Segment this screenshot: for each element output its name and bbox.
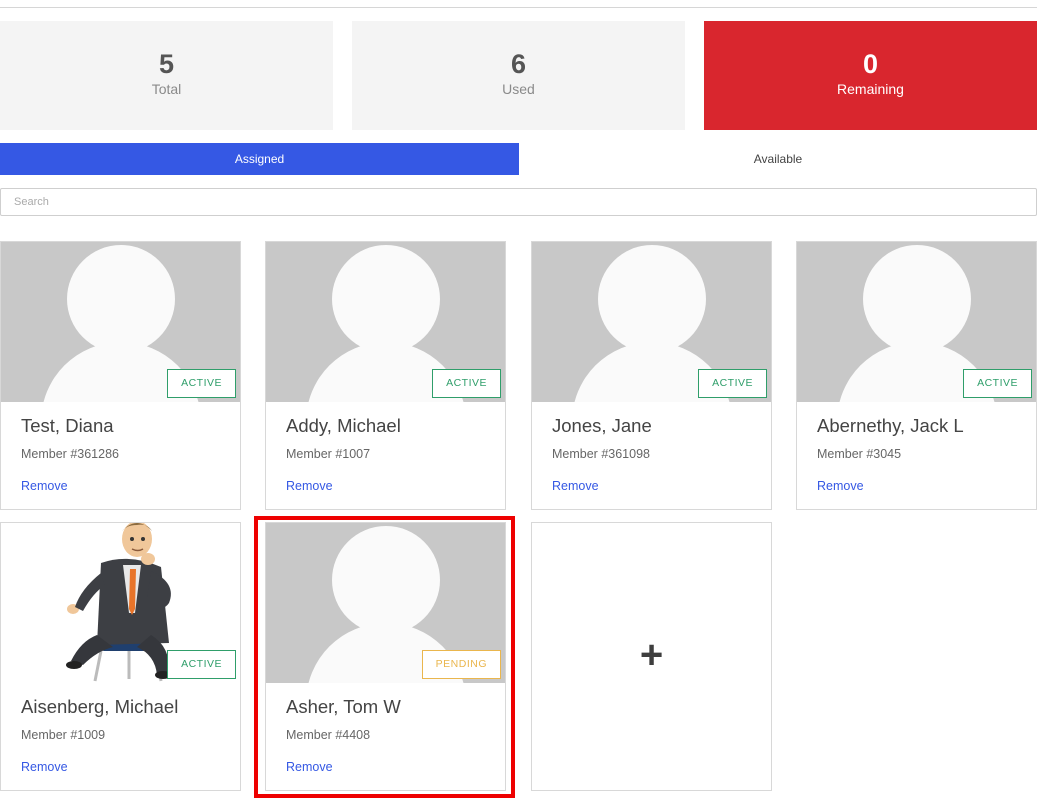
remove-link[interactable]: Remove	[21, 760, 68, 774]
member-card: ACTIVE Jones, Jane Member #361098 Remove	[531, 241, 772, 510]
member-name: Jones, Jane	[552, 415, 652, 436]
stat-total-label: Total	[151, 81, 182, 97]
member-name: Abernethy, Jack L	[817, 415, 964, 436]
member-number: Member #1007	[286, 447, 371, 461]
remove-link[interactable]: Remove	[552, 479, 599, 493]
remove-link[interactable]: Remove	[286, 479, 333, 493]
stat-used: 6 Used	[352, 21, 685, 130]
stat-total-value: 5	[158, 49, 175, 79]
stat-total: 5 Total	[0, 21, 333, 130]
tab-available[interactable]: Available	[519, 143, 1037, 175]
stats-row: 5 Total 6 Used 0 Remaining	[0, 21, 1037, 130]
member-name: Aisenberg, Michael	[21, 696, 179, 717]
member-number: Member #3045	[817, 447, 902, 461]
remove-link[interactable]: Remove	[817, 479, 864, 493]
member-name: Test, Diana	[21, 415, 114, 436]
stat-remaining: 0 Remaining	[704, 21, 1037, 130]
member-number: Member #4408	[286, 728, 371, 742]
top-divider	[0, 7, 1037, 8]
tab-assigned[interactable]: Assigned	[0, 143, 519, 175]
stat-used-label: Used	[502, 81, 535, 97]
member-number: Member #1009	[21, 728, 106, 742]
member-card: ACTIVE Addy, Michael Member #1007 Remove	[265, 241, 506, 510]
member-card: PENDING Asher, Tom W Member #4408 Remove	[265, 522, 506, 791]
stat-remaining-value: 0	[862, 49, 879, 79]
plus-icon[interactable]: +	[532, 635, 771, 675]
status-badge: ACTIVE	[698, 369, 767, 398]
stat-remaining-label: Remaining	[837, 81, 904, 97]
member-card: ACTIVE Abernethy, Jack L Member #3045 Re…	[796, 241, 1037, 510]
member-name: Addy, Michael	[286, 415, 401, 436]
stat-used-value: 6	[510, 49, 527, 79]
member-card: ACTIVE Aisenberg, Michael Member #1009 R…	[0, 521, 241, 791]
remove-link[interactable]: Remove	[21, 479, 68, 493]
member-number: Member #361098	[552, 447, 650, 461]
remove-link[interactable]: Remove	[286, 760, 333, 774]
status-badge: ACTIVE	[963, 369, 1032, 398]
member-card: ACTIVE Test, Diana Member #361286 Remove	[0, 241, 241, 510]
add-member-card[interactable]: +	[531, 522, 772, 791]
status-badge: ACTIVE	[167, 369, 236, 398]
tab-bar: Assigned Available	[0, 143, 1037, 175]
status-badge: PENDING	[421, 650, 501, 679]
search-input[interactable]	[0, 188, 1037, 216]
member-name: Asher, Tom W	[286, 696, 401, 717]
status-badge: ACTIVE	[432, 369, 501, 398]
status-badge: ACTIVE	[167, 650, 236, 679]
member-number: Member #361286	[21, 447, 119, 461]
